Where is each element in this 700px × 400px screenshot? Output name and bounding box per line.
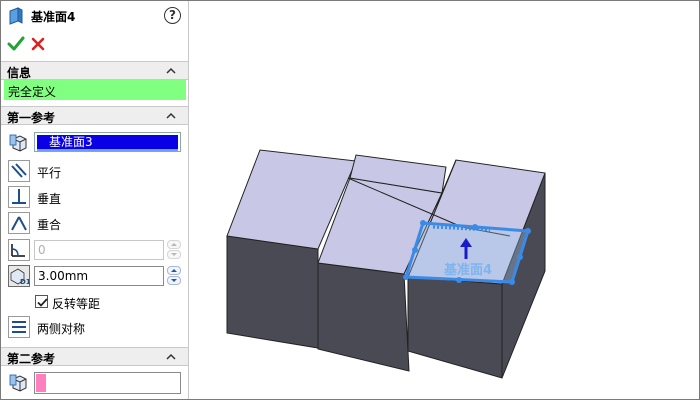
first-reference-title: 第一参考 <box>7 111 56 125</box>
distance-decrement[interactable] <box>167 276 181 285</box>
first-reference-selection[interactable]: 基准面3 <box>34 132 181 152</box>
graphics-viewport[interactable]: 基准面4 <box>190 1 699 399</box>
angle-input[interactable]: 0 <box>34 240 164 260</box>
mid-plane-label[interactable]: 两侧对称 <box>37 320 85 337</box>
ok-check-icon[interactable] <box>7 35 25 53</box>
model-view: 基准面4 <box>226 149 546 379</box>
checkmark-icon <box>37 298 48 307</box>
status-text: 完全定义 <box>8 85 57 99</box>
property-manager-panel: 基准面4 ? 信息 完全定义 第一参考 基准面3 平行 垂直 重合 0 D1 3… <box>1 1 189 399</box>
chevron-up-icon[interactable] <box>165 352 177 362</box>
angle-increment[interactable] <box>167 240 181 249</box>
chevron-up-icon[interactable] <box>165 66 177 76</box>
cancel-x-icon[interactable] <box>29 35 47 53</box>
distance-input[interactable]: 3.00mm <box>34 266 164 286</box>
second-reference-selection[interactable] <box>34 372 181 394</box>
info-section-header[interactable]: 信息 <box>1 61 188 80</box>
action-buttons <box>1 33 188 57</box>
angle-decrement[interactable] <box>167 250 181 259</box>
reference-cube-icon <box>9 374 27 392</box>
selected-reference: 基准面3 <box>37 135 178 149</box>
reference-cube-icon <box>9 134 27 152</box>
distance-stepper[interactable] <box>167 266 181 286</box>
info-section-title: 信息 <box>7 66 32 80</box>
angle-stepper[interactable] <box>167 240 181 260</box>
flip-offset-checkbox[interactable] <box>35 295 48 308</box>
first-reference-header[interactable]: 第一参考 <box>1 106 188 125</box>
second-reference-title: 第二参考 <box>7 352 56 366</box>
coincident-label[interactable]: 重合 <box>37 216 61 233</box>
plane-icon <box>9 7 23 25</box>
panel-titlebar: 基准面4 ? <box>1 1 188 31</box>
block-3-front[interactable] <box>407 276 503 379</box>
chevron-up-icon[interactable] <box>165 111 177 121</box>
parallel-label[interactable]: 平行 <box>37 164 61 181</box>
mid-plane-icon[interactable] <box>8 316 30 338</box>
second-reference-header[interactable]: 第二参考 <box>1 347 188 366</box>
help-icon[interactable]: ? <box>164 7 181 24</box>
svg-text:D1: D1 <box>20 278 30 286</box>
coincident-icon[interactable] <box>8 212 30 234</box>
parallel-icon[interactable] <box>8 160 30 182</box>
flip-offset-label[interactable]: 反转等距 <box>52 295 100 312</box>
angle-icon[interactable] <box>8 239 30 261</box>
block-2-side[interactable] <box>317 262 410 372</box>
offset-distance-icon[interactable]: D1 <box>8 265 30 287</box>
block-1-side[interactable] <box>226 235 319 349</box>
panel-title: 基准面4 <box>31 10 76 24</box>
status-badge: 完全定义 <box>4 80 186 100</box>
perpendicular-icon[interactable] <box>8 186 30 208</box>
perpendicular-label[interactable]: 垂直 <box>37 190 61 207</box>
distance-increment[interactable] <box>167 266 181 275</box>
plane-label: 基准面4 <box>443 262 492 278</box>
